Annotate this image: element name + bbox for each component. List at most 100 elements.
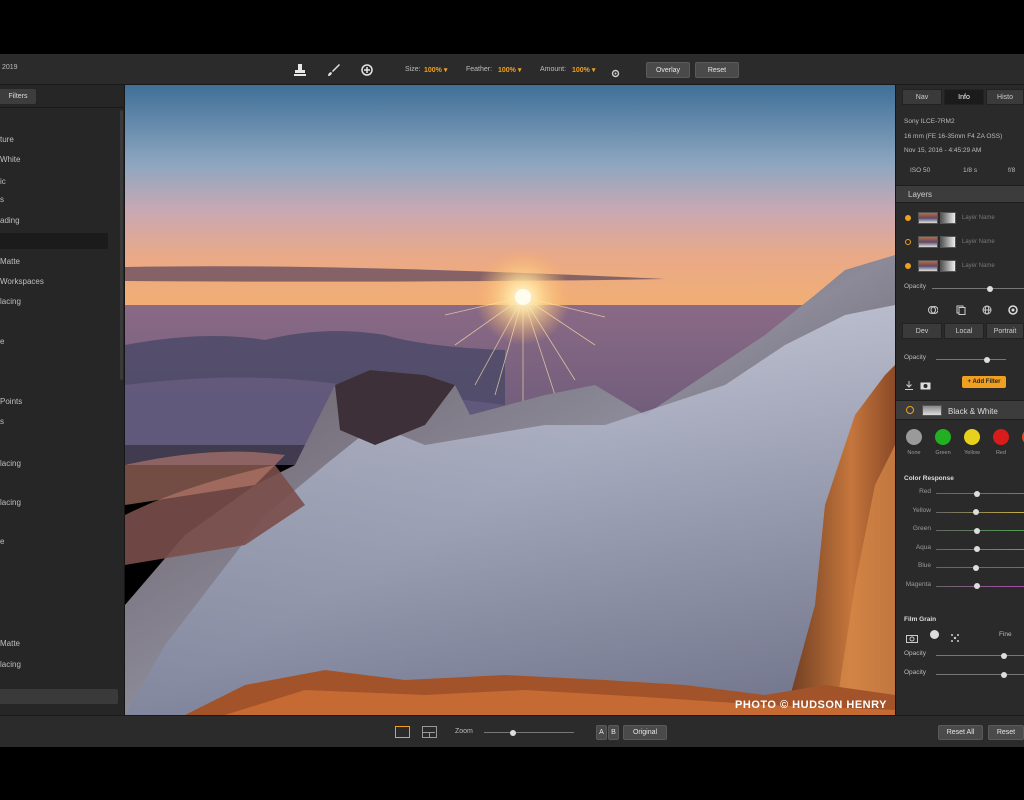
filter-list-item[interactable]: ture — [0, 135, 14, 144]
retouch-icon[interactable] — [358, 61, 376, 79]
filter-list-item[interactable]: lacing — [0, 459, 21, 468]
layer-mask-thumbnail — [940, 236, 956, 248]
grain-opacity-label-1: Opacity — [904, 650, 927, 657]
grain-pattern-icon[interactable] — [950, 630, 960, 642]
filter-opacity-label: Opacity — [904, 354, 927, 361]
slider-knob[interactable] — [973, 509, 979, 515]
amount-dropdown[interactable]: 100% — [572, 66, 595, 74]
swatch-label: None — [907, 450, 921, 456]
color-filter-swatch[interactable] — [906, 429, 922, 445]
layer-row[interactable]: Layer Name — [896, 209, 1024, 229]
tab-portrait[interactable]: Portrait — [986, 323, 1024, 339]
globe-icon[interactable] — [982, 302, 992, 315]
filter-list-item[interactable]: lacing — [0, 660, 21, 669]
filter-list-item[interactable]: e — [0, 337, 4, 346]
compare-b-button[interactable]: B — [608, 725, 619, 740]
layer-opacity-slider[interactable] — [932, 285, 1024, 292]
filter-list-item[interactable]: ic — [0, 177, 6, 186]
filter-list-item[interactable]: ading — [0, 216, 20, 225]
layer-visibility-icon[interactable] — [905, 215, 911, 221]
filters-tab[interactable]: Filters — [0, 89, 36, 104]
copy-icon[interactable] — [956, 302, 966, 315]
filter-list-item[interactable]: White — [0, 155, 20, 164]
color-filter-swatch[interactable] — [935, 429, 951, 445]
color-filter-swatch[interactable] — [993, 429, 1009, 445]
layer-name: Layer Name — [962, 263, 995, 269]
layer-opacity-label: Opacity — [904, 283, 927, 290]
grain-opacity-slider-1[interactable] — [936, 652, 1024, 659]
filter-list-item[interactable]: lacing — [0, 297, 21, 306]
reset-all-button[interactable]: Reset All — [938, 725, 983, 740]
filter-list-item[interactable]: Matte — [0, 639, 20, 648]
layer-visibility-icon[interactable] — [905, 239, 911, 245]
slider-knob[interactable] — [984, 356, 990, 363]
slider-knob[interactable] — [1001, 671, 1007, 678]
filter-header[interactable]: Black & White — [896, 400, 1024, 420]
filter-visibility-icon[interactable] — [906, 406, 914, 414]
slider-knob[interactable] — [974, 583, 980, 589]
tab-local[interactable]: Local — [944, 323, 984, 339]
filter-list-item[interactable]: lacing — [0, 498, 21, 507]
slider-knob[interactable] — [974, 546, 980, 552]
layer-thumbnail — [918, 212, 938, 224]
grain-dot-icon[interactable] — [930, 630, 939, 639]
circle-icon[interactable] — [1008, 302, 1018, 315]
slider-knob[interactable] — [973, 564, 979, 571]
filter-opacity-slider[interactable] — [936, 356, 1006, 363]
filter-list-item[interactable]: Points — [0, 397, 22, 406]
selected-filter-row[interactable] — [0, 233, 108, 249]
filter-search-bar[interactable] — [0, 689, 118, 704]
layer-row[interactable]: Layer Name — [896, 233, 1024, 253]
filter-list-item[interactable]: e — [0, 537, 4, 546]
scrollbar[interactable] — [120, 110, 123, 380]
color-response-slider[interactable] — [936, 490, 1024, 497]
capture-date: Nov 15, 2016 - 4:45:29 AM — [904, 147, 982, 154]
color-response-slider[interactable] — [936, 583, 1024, 589]
tab-info[interactable]: Info — [944, 89, 984, 105]
tab-nav[interactable]: Nav — [902, 89, 942, 105]
filter-list-item[interactable]: s — [0, 417, 4, 426]
mask-icon[interactable] — [928, 302, 939, 314]
camera-icon[interactable] — [920, 377, 931, 390]
stamp-icon[interactable] — [291, 61, 309, 79]
color-response-label: Green — [912, 525, 931, 532]
brush-icon[interactable] — [325, 61, 343, 79]
color-response-slider[interactable] — [936, 527, 1024, 534]
grain-camera-icon[interactable] — [906, 630, 918, 643]
photo-canvas[interactable]: PHOTO © HUDSON HENRY — [125, 85, 895, 715]
grain-opacity-slider-2[interactable] — [936, 671, 1024, 678]
original-button[interactable]: Original — [623, 725, 667, 740]
zoom-slider[interactable] — [484, 729, 574, 736]
slider-knob[interactable] — [974, 490, 980, 497]
filter-list-item[interactable]: s — [0, 195, 4, 204]
color-response-slider[interactable] — [936, 564, 1024, 571]
layer-row[interactable]: Layer Name — [896, 257, 1024, 277]
layers-header[interactable]: Layers — [896, 185, 1024, 203]
filter-list-item[interactable]: Matte — [0, 257, 20, 266]
slider-knob[interactable] — [987, 285, 993, 292]
color-response-label: Yellow — [912, 506, 931, 514]
settings-gear-icon[interactable] — [611, 65, 620, 78]
tab-dev[interactable]: Dev — [902, 323, 942, 339]
layer-visibility-icon[interactable] — [905, 263, 911, 269]
filter-list-item[interactable]: Workspaces — [0, 277, 44, 286]
feather-dropdown[interactable]: 100% — [498, 66, 521, 74]
color-response-slider[interactable] — [936, 509, 1024, 515]
add-filter-button[interactable]: + Add Filter — [962, 376, 1006, 388]
size-dropdown[interactable]: 100% — [424, 66, 447, 74]
slider-knob[interactable] — [974, 527, 980, 534]
overlay-button[interactable]: Overlay — [646, 62, 690, 78]
slider-knob[interactable] — [510, 729, 516, 736]
color-response-slider[interactable] — [936, 546, 1024, 552]
compare-a-button[interactable]: A — [596, 725, 607, 740]
film-grain-type[interactable]: Fine — [999, 631, 1012, 638]
filter-name: Black & White — [948, 407, 998, 416]
download-icon[interactable] — [905, 377, 913, 390]
reset-button[interactable]: Reset — [695, 62, 739, 78]
slider-knob[interactable] — [1001, 652, 1007, 659]
color-filter-swatch[interactable] — [964, 429, 980, 445]
split-view-icon[interactable] — [422, 726, 437, 738]
tab-histo[interactable]: Histo — [986, 89, 1024, 105]
bottom-reset-button[interactable]: Reset — [988, 725, 1024, 740]
single-view-icon[interactable] — [395, 726, 410, 738]
